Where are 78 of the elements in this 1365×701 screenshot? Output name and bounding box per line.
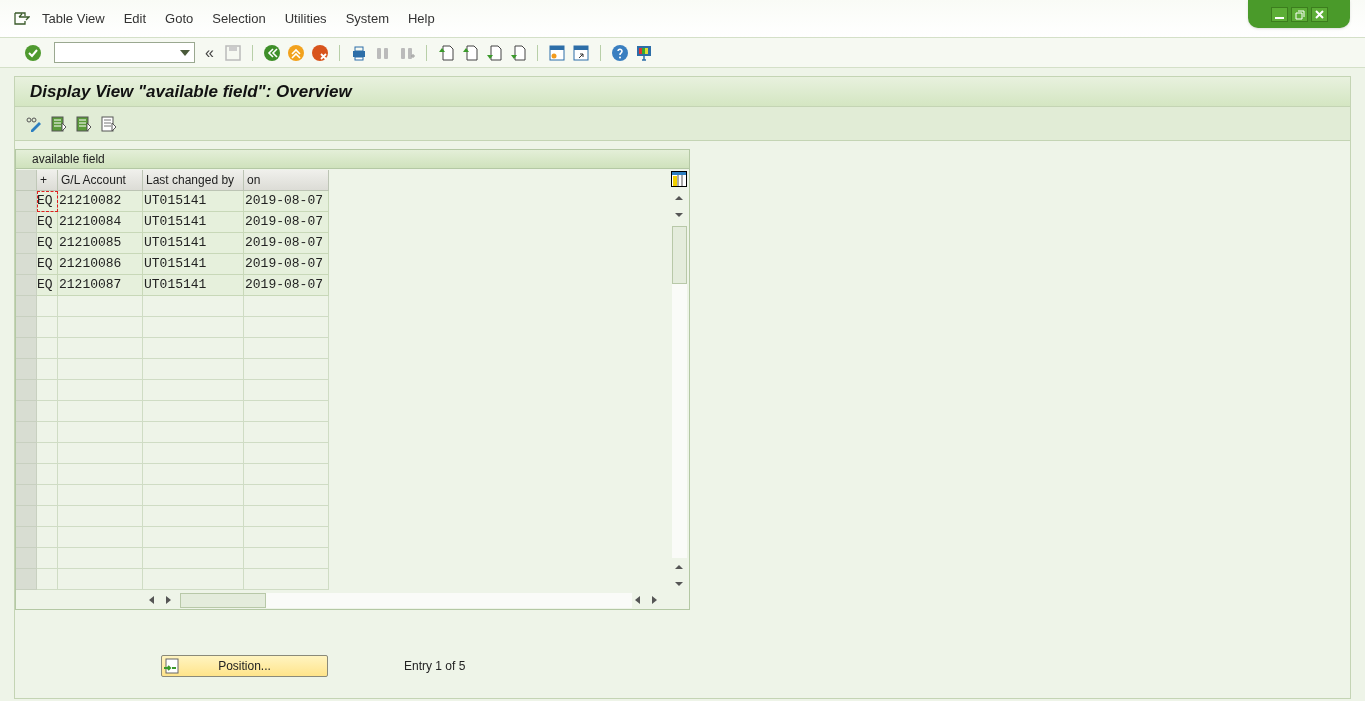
minimize-icon[interactable]	[1270, 6, 1288, 22]
table-cell	[37, 338, 58, 359]
exit-icon[interactable]	[286, 43, 305, 62]
table-cell	[37, 485, 58, 506]
new-session-icon[interactable]	[547, 43, 566, 62]
help-icon[interactable]	[610, 43, 629, 62]
table-cell: UT015141	[143, 191, 244, 212]
table-cell: 2019-08-07	[244, 191, 329, 212]
menu-item[interactable]: Table View	[42, 8, 105, 29]
table-cell	[37, 422, 58, 443]
table-cell	[37, 401, 58, 422]
column-header[interactable]: +	[37, 170, 58, 191]
table-cell: EQ	[37, 254, 58, 275]
column-header[interactable]: Last changed by	[143, 170, 244, 191]
table-cell	[37, 359, 58, 380]
menu-item[interactable]: Selection	[212, 8, 266, 29]
select-all-icon[interactable]	[50, 114, 68, 133]
dropdown-arrow-icon	[180, 49, 190, 56]
table-cell: 21210085	[58, 233, 143, 254]
column-settings-icon[interactable]	[671, 171, 687, 187]
cancel-icon[interactable]	[310, 43, 329, 62]
table-cell: EQ	[37, 212, 58, 233]
table-caption: available field	[32, 151, 105, 168]
position-button[interactable]: Position...	[161, 655, 328, 677]
table-cell: 2019-08-07	[244, 254, 329, 275]
confirm-icon[interactable]	[24, 43, 42, 62]
table-cell	[37, 569, 58, 590]
display-change-icon[interactable]	[25, 114, 43, 133]
table-cell: EQ	[37, 233, 58, 254]
shortcut-icon[interactable]	[571, 43, 590, 62]
table-cell: UT015141	[143, 212, 244, 233]
table-cell: 21210087	[58, 275, 143, 296]
table-cell: EQ	[37, 275, 58, 296]
horizontal-scrollbar-thumb[interactable]	[180, 592, 266, 608]
deselect-all-icon[interactable]	[100, 114, 118, 133]
menu-item[interactable]: System	[345, 8, 389, 29]
menu-item[interactable]: Edit	[123, 8, 147, 29]
back-button[interactable]: «	[201, 44, 218, 61]
table-cell: 2019-08-07	[244, 212, 329, 233]
next-page-icon[interactable]	[484, 43, 503, 62]
scrollbar-track[interactable]	[671, 226, 687, 558]
table-cell: 21210086	[58, 254, 143, 275]
select-block-icon[interactable]	[75, 114, 93, 133]
column-header[interactable]: on	[244, 170, 329, 191]
table-cell: 2019-08-07	[244, 275, 329, 296]
table-cell	[37, 506, 58, 527]
table-cell: UT015141	[143, 233, 244, 254]
restore-icon[interactable]	[1290, 6, 1308, 22]
menu-item[interactable]: Utilities	[284, 8, 327, 29]
table-cell	[37, 464, 58, 485]
column-header[interactable]: G/L Account	[58, 170, 143, 191]
table-cell: 21210082	[58, 191, 143, 212]
table-cell	[37, 317, 58, 338]
table-cell	[37, 527, 58, 548]
table-cell	[37, 380, 58, 401]
table-cell	[37, 296, 58, 317]
command-field[interactable]	[54, 42, 195, 63]
select-all-cell[interactable]	[16, 170, 37, 191]
previous-page-icon[interactable]	[460, 43, 479, 62]
monitor-icon[interactable]	[634, 43, 653, 62]
entry-info: Entry 1 of 5	[404, 658, 466, 675]
back-icon[interactable]	[262, 43, 281, 62]
table-cell	[37, 548, 58, 569]
table-cell: UT015141	[143, 275, 244, 296]
close-icon[interactable]	[1310, 6, 1328, 22]
menu-item[interactable]: Goto	[165, 8, 194, 29]
vertical-scrollbar-thumb[interactable]	[671, 226, 687, 284]
table-cell: UT015141	[143, 254, 244, 275]
screen-title: Display View "available field": Overview	[30, 80, 352, 103]
menu-item[interactable]: Help	[407, 8, 435, 29]
position-icon	[163, 658, 179, 674]
first-page-icon[interactable]	[436, 43, 455, 62]
table-cell: 2019-08-07	[244, 233, 329, 254]
table-cell: EQ	[37, 191, 58, 212]
menu-icon[interactable]	[14, 11, 30, 26]
last-page-icon[interactable]	[508, 43, 527, 62]
table-cell: 21210084	[58, 212, 143, 233]
table-cell	[37, 443, 58, 464]
